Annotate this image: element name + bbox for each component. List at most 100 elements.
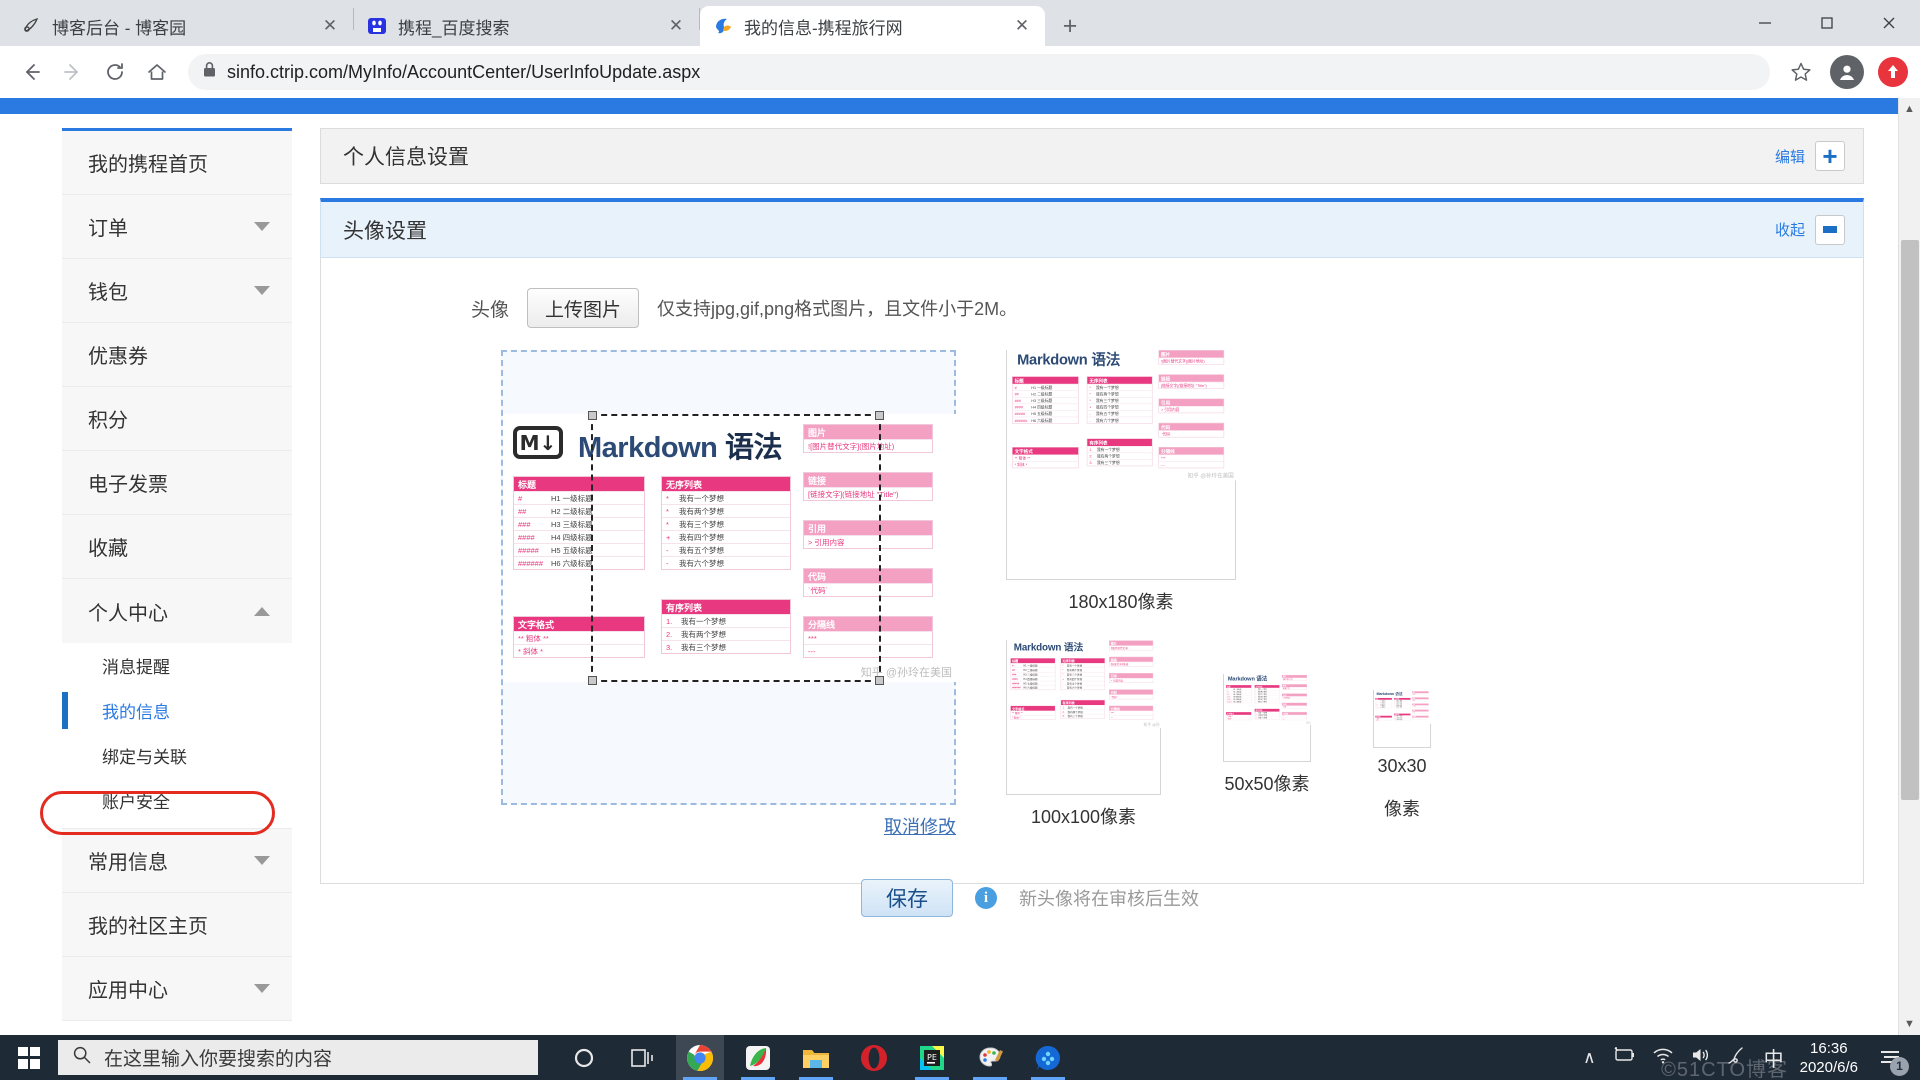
crop-handle-sw[interactable] bbox=[588, 676, 597, 685]
back-icon[interactable] bbox=[12, 53, 50, 91]
forward-icon[interactable] bbox=[54, 53, 92, 91]
battery-icon[interactable] bbox=[1612, 1047, 1636, 1068]
page-scrollbar[interactable]: ▲ ▼ bbox=[1898, 98, 1920, 1035]
paint-taskbar-icon[interactable] bbox=[966, 1035, 1014, 1080]
preview-column: Markdown 语法 标题 # H1 一级标题 ## H2 二级标题 ### H3 … bbox=[1006, 345, 1766, 839]
personal-info-header: 个人信息设置 编辑 + bbox=[320, 128, 1864, 184]
preview-100: Markdown 语法 标题 # H1 一级标题 ## H2 二级标题 ### H3 … bbox=[1006, 637, 1162, 829]
tab-close-icon[interactable]: ✕ bbox=[665, 15, 687, 37]
crop-handle-se[interactable] bbox=[875, 676, 884, 685]
scroll-down-arrow-icon[interactable]: ▼ bbox=[1899, 1013, 1920, 1035]
sidebar-item-wallet[interactable]: 钱包 bbox=[62, 259, 292, 323]
scrollbar-thumb[interactable] bbox=[1901, 240, 1919, 800]
reload-icon[interactable] bbox=[96, 53, 134, 91]
minus-icon bbox=[1823, 226, 1837, 233]
browser-tab-2[interactable]: 携程_百度搜索 ✕ bbox=[354, 6, 699, 46]
search-icon bbox=[72, 1045, 92, 1071]
sidebar-subitem-label: 绑定与关联 bbox=[102, 748, 187, 767]
sidebar-item-points[interactable]: 积分 bbox=[62, 387, 292, 451]
new-tab-button[interactable]: + bbox=[1053, 9, 1087, 43]
sidebar-item-label: 钱包 bbox=[88, 282, 128, 304]
pycharm-taskbar-icon[interactable]: PE bbox=[908, 1035, 956, 1080]
preview-bottom-row: Markdown 语法 标题 # H1 一级标题 ## H2 二级标题 ### H3 … bbox=[1006, 637, 1766, 829]
start-button[interactable] bbox=[0, 1035, 58, 1080]
maximize-button[interactable] bbox=[1796, 0, 1858, 46]
edit-label[interactable]: 编辑 bbox=[1775, 146, 1805, 167]
scroll-up-arrow-icon[interactable]: ▲ bbox=[1899, 98, 1920, 120]
sidebar-subitem-security[interactable]: 账户安全 bbox=[62, 778, 292, 823]
svg-text:PE: PE bbox=[927, 1053, 937, 1062]
sidebar-item-label: 收藏 bbox=[88, 538, 128, 560]
preview-image-100: Markdown 语法 标题 # H1 一级标题 ## H2 二级标题 ### H3 … bbox=[1006, 637, 1162, 795]
minimize-button[interactable] bbox=[1734, 0, 1796, 46]
upload-row: 头像 上传图片 仅支持jpg,gif,png格式图片，且文件小于2M。 bbox=[321, 288, 1863, 328]
page-viewport: 我的携程首页 订单 钱包 优惠券 积分 电子发票 收藏 个人中心 消息提醒 我的… bbox=[0, 98, 1920, 1035]
sidebar-item-favorites[interactable]: 收藏 bbox=[62, 515, 292, 579]
sidebar-subitem-label: 账户安全 bbox=[102, 793, 170, 812]
upload-hint-text: 仅支持jpg,gif,png格式图片，且文件小于2M。 bbox=[657, 299, 1018, 319]
browser-tab-3[interactable]: 我的信息-携程旅行网 ✕ bbox=[700, 6, 1045, 46]
crop-column: M↓ Markdown 语法 标题 # H1 一级标题 ## H2 二级标题 #… bbox=[501, 350, 958, 839]
section-title: 头像设置 bbox=[343, 219, 427, 243]
chrome-taskbar-icon[interactable] bbox=[676, 1035, 724, 1080]
preview-image-180: Markdown 语法 标题 # H1 一级标题 ## H2 二级标题 ### H3 … bbox=[1006, 345, 1237, 580]
upload-image-button[interactable]: 上传图片 bbox=[527, 288, 640, 328]
clock-time: 16:36 bbox=[1810, 1039, 1848, 1057]
site-top-nav[interactable] bbox=[0, 98, 1898, 114]
crop-stage[interactable]: M↓ Markdown 语法 标题 # H1 一级标题 ## H2 二级标题 #… bbox=[501, 350, 958, 805]
sidebar-item-app-center[interactable]: 应用中心 bbox=[62, 957, 292, 1021]
window-controls bbox=[1734, 0, 1920, 46]
cancel-edit-link[interactable]: 取消修改 bbox=[501, 813, 956, 839]
file-explorer-taskbar-icon[interactable] bbox=[792, 1035, 840, 1080]
address-bar[interactable]: sinfo.ctrip.com/MyInfo/AccountCenter/Use… bbox=[188, 54, 1770, 90]
tab-close-icon[interactable]: ✕ bbox=[319, 15, 341, 37]
notification-badge: 1 bbox=[1890, 1056, 1909, 1076]
close-window-button[interactable] bbox=[1858, 0, 1920, 46]
bookmark-star-icon[interactable] bbox=[1782, 53, 1820, 91]
sidebar-subitem-label: 消息提醒 bbox=[102, 658, 170, 677]
potplayer-taskbar-icon[interactable] bbox=[1024, 1035, 1072, 1080]
tab-close-icon[interactable]: ✕ bbox=[1011, 15, 1033, 37]
sidebar-subitem-binding[interactable]: 绑定与关联 bbox=[62, 733, 292, 778]
sidebar-item-orders[interactable]: 订单 bbox=[62, 195, 292, 259]
taskbar-icons: PE bbox=[560, 1035, 1072, 1080]
taskbar-search-box[interactable]: 在这里输入你要搜索的内容 bbox=[58, 1040, 538, 1075]
avatar-field-label: 头像 bbox=[471, 299, 510, 321]
crop-handle-ne[interactable] bbox=[875, 411, 884, 420]
profile-avatar-icon[interactable] bbox=[1830, 55, 1864, 89]
cortana-icon[interactable] bbox=[560, 1035, 608, 1080]
preview-caption-30-unit: 像素 bbox=[1384, 799, 1420, 819]
sidebar-subitem-my-info[interactable]: 我的信息 bbox=[62, 688, 292, 733]
sidebar-item-invoices[interactable]: 电子发票 bbox=[62, 451, 292, 515]
sidebar-subitem-messages[interactable]: 消息提醒 bbox=[62, 643, 292, 688]
sidebar-item-coupons[interactable]: 优惠券 bbox=[62, 323, 292, 387]
taskbar-clock[interactable]: 16:36 2020/6/6 bbox=[1800, 1039, 1858, 1077]
tab-title: 博客后台 - 博客园 bbox=[52, 18, 187, 38]
collapse-label[interactable]: 收起 bbox=[1775, 219, 1805, 240]
sidebar-item-home[interactable]: 我的携程首页 bbox=[62, 131, 292, 195]
sidebar-subitem-label: 我的信息 bbox=[102, 703, 170, 722]
crop-handle-nw[interactable] bbox=[588, 411, 597, 420]
browser-tab-1[interactable]: 博客后台 - 博客园 ✕ bbox=[8, 6, 353, 46]
expand-button[interactable]: + bbox=[1815, 141, 1845, 171]
blog-icon bbox=[20, 15, 42, 37]
notification-center-icon[interactable]: 1 bbox=[1874, 1042, 1909, 1076]
sidebar-item-common-info[interactable]: 常用信息 bbox=[62, 829, 292, 893]
opera-taskbar-icon[interactable] bbox=[850, 1035, 898, 1080]
crop-selection-box[interactable] bbox=[588, 411, 884, 685]
extension-icon[interactable] bbox=[1878, 57, 1908, 87]
home-icon[interactable] bbox=[138, 53, 176, 91]
section-actions: 收起 bbox=[1775, 214, 1845, 245]
save-button[interactable]: 保存 bbox=[861, 879, 953, 917]
sidebar-item-label: 积分 bbox=[88, 410, 128, 432]
preview-caption-180: 180x180像素 bbox=[1068, 592, 1174, 612]
preview-caption-100: 100x100像素 bbox=[1030, 807, 1137, 827]
tray-chevron-up-icon[interactable]: ∧ bbox=[1583, 1048, 1595, 1068]
sidebar-item-personal-center[interactable]: 个人中心 bbox=[62, 579, 292, 643]
task-view-icon[interactable] bbox=[618, 1035, 666, 1080]
collapse-button[interactable] bbox=[1815, 214, 1845, 245]
xmind-taskbar-icon[interactable] bbox=[734, 1035, 782, 1080]
windows-logo-icon bbox=[18, 1046, 40, 1069]
sidebar-item-community[interactable]: 我的社区主页 bbox=[62, 893, 292, 957]
image-watermark: ©51CTO博客 bbox=[1661, 1059, 1788, 1081]
